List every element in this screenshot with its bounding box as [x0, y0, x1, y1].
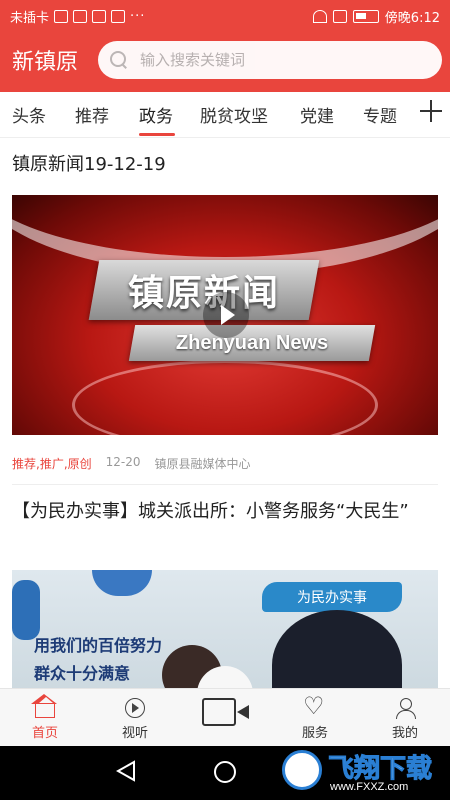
tab-government[interactable]: 政务 — [139, 102, 173, 127]
nav-home-label: 首页 — [31, 726, 58, 741]
article-source: 镇原县融媒体中心 — [154, 457, 251, 471]
nav-service[interactable]: 服务 — [280, 689, 350, 747]
watermark-url: www.FXXZ.com — [330, 781, 409, 793]
tab-poverty-alleviation[interactable]: 脱贫攻坚 — [200, 102, 268, 127]
thumb-slogan-line1: 用我们的百倍努力 — [34, 636, 163, 655]
article-meta: 推荐,推广,原创 12-20 镇原县融媒体中心 — [12, 455, 251, 472]
tab-headlines[interactable]: 头条 — [12, 102, 46, 127]
nav-listen[interactable]: 视听 — [100, 689, 170, 747]
home-icon — [31, 694, 57, 718]
bag-icon — [111, 10, 126, 23]
search-bar[interactable] — [98, 41, 442, 79]
nav-mine[interactable]: 我的 — [370, 689, 440, 747]
thumb-title-en: Zhenyuan News — [175, 331, 329, 354]
back-icon[interactable] — [116, 760, 136, 782]
app-title: 新镇原 — [12, 50, 79, 75]
tab-recommended[interactable]: 推荐 — [75, 102, 109, 127]
battery-icon — [352, 10, 379, 23]
wifi-icon — [312, 10, 327, 23]
video-thumbnail[interactable]: 镇原新闻 Zhenyuan News — [12, 195, 438, 435]
nav-mine-label: 我的 — [391, 726, 418, 741]
activity-icon — [54, 10, 69, 23]
thumb-banner: 为民办实事 — [262, 582, 402, 612]
watermark-text: 飞翔下载 — [327, 754, 433, 785]
carrier-label: 未插卡 — [10, 11, 50, 26]
add-tab-icon[interactable] — [420, 100, 442, 122]
user-icon — [395, 698, 416, 719]
play-button[interactable] — [203, 292, 249, 338]
article-title[interactable]: 【为民办实事】城关派出所：小警务服务“大民生” — [12, 498, 438, 526]
tab-party-building[interactable]: 党建 — [300, 102, 334, 127]
article-tags: 推荐,推广,原创 — [12, 457, 92, 471]
nav-service-label: 服务 — [301, 726, 328, 741]
thumb-banner-en: Zhenyuan News — [128, 325, 376, 361]
watermark-logo-icon — [282, 750, 322, 790]
search-input[interactable] — [140, 51, 410, 69]
nav-home[interactable]: 首页 — [10, 689, 80, 747]
active-tab-indicator — [139, 133, 175, 136]
category-tabs: 头条 推荐 政务 脱贫攻坚 党建 专题 — [0, 92, 450, 138]
logo-emblem — [92, 570, 152, 596]
article-date: 12-20 — [105, 455, 141, 469]
divider — [12, 484, 438, 485]
police-mascot-figure — [12, 580, 40, 640]
heart-icon — [303, 692, 325, 720]
more-notifications-icon: ··· — [130, 9, 146, 24]
top-app-bar: 未插卡 ··· 傍晚6:12 新镇原 — [0, 0, 450, 92]
sim-alert-icon — [332, 10, 347, 23]
thumb-slogan-line2: 群众十分满意 — [34, 664, 131, 683]
person-figure — [272, 610, 402, 690]
status-bar: 未插卡 ··· 傍晚6:12 — [0, 0, 450, 32]
heart-rate-icon — [73, 10, 88, 23]
video-camera-icon — [202, 698, 249, 726]
clock: 傍晚6:12 — [384, 11, 440, 26]
nav-listen-label: 视听 — [121, 726, 148, 741]
search-icon — [110, 51, 128, 69]
studio-ring-decoration — [72, 360, 378, 435]
tab-topics[interactable]: 专题 — [363, 102, 397, 127]
watermark: 飞翔下载 www.FXXZ.com — [282, 748, 442, 796]
news-icon — [92, 10, 107, 23]
article-title[interactable]: 镇原新闻19-12-19 — [12, 150, 166, 176]
play-circle-icon — [125, 698, 145, 718]
header: 新镇原 — [0, 38, 450, 84]
home-circle-icon[interactable] — [214, 761, 236, 783]
record-video-button[interactable] — [196, 692, 256, 736]
